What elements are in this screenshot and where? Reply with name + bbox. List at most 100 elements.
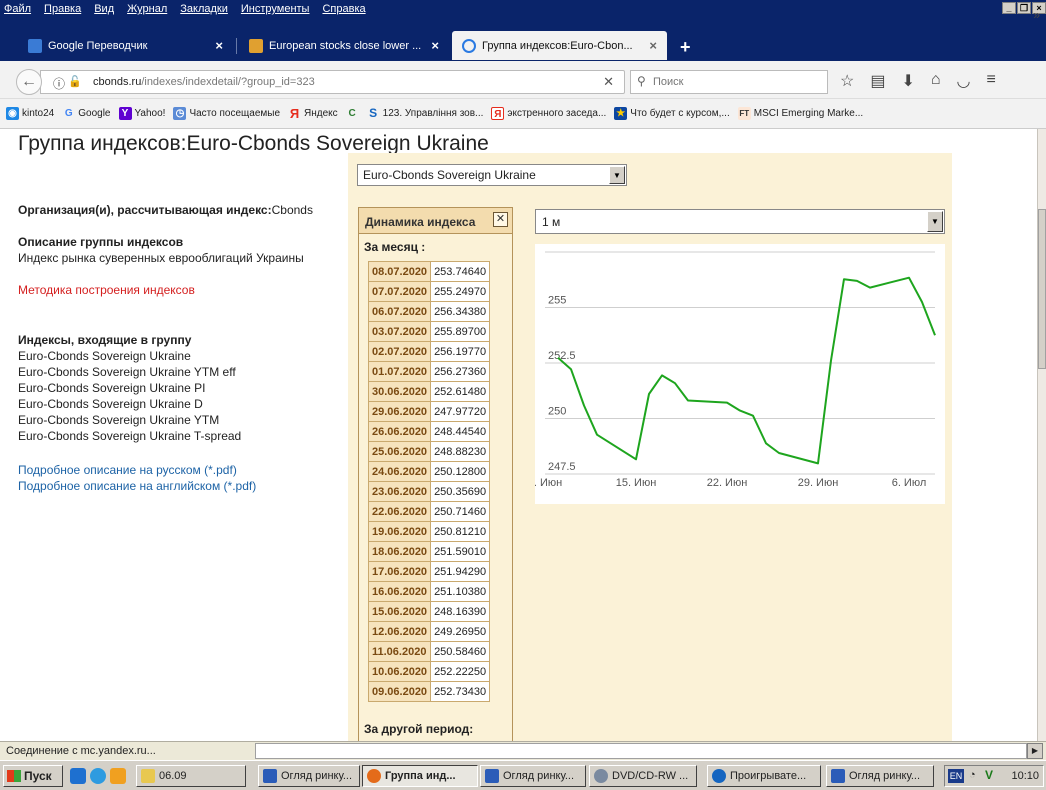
- insecure-lock-icon[interactable]: 🔓: [68, 75, 82, 88]
- bookmark-frequent[interactable]: ◷ Часто посещаемые: [173, 107, 280, 120]
- row-date[interactable]: 25.06.2020: [367, 441, 432, 462]
- row-date[interactable]: 23.06.2020: [367, 481, 432, 502]
- close-tab-icon[interactable]: ×: [215, 38, 223, 53]
- bookmark-label: Что будет с курсом,...: [630, 108, 730, 119]
- antivirus-icon[interactable]: V: [985, 768, 993, 782]
- method-link[interactable]: Методика построения индексов: [18, 283, 195, 297]
- address-bar[interactable]: ⓘ 🔓 cbonds.ru/indexes/indexdetail/?group…: [40, 70, 625, 94]
- row-value: 251.59010: [430, 541, 491, 562]
- close-tab-icon[interactable]: ×: [431, 38, 439, 53]
- pocket-icon[interactable]: ◡: [957, 71, 971, 91]
- row-date[interactable]: 01.07.2020: [367, 361, 432, 382]
- start-button[interactable]: Пуск: [3, 765, 63, 787]
- scroll-thumb[interactable]: [1038, 209, 1046, 369]
- chevron-down-icon[interactable]: ▼: [927, 211, 943, 232]
- row-date[interactable]: 19.06.2020: [367, 521, 432, 542]
- bookmark-yandex[interactable]: Я Яндекс: [288, 107, 338, 120]
- minimize-button[interactable]: _: [1002, 2, 1016, 14]
- bookmark-123[interactable]: S 123. Управління зов...: [367, 107, 483, 120]
- more-bookmarks-icon[interactable]: »: [1033, 8, 1040, 22]
- table-row: 12.06.2020 249.26950: [367, 621, 491, 642]
- row-date[interactable]: 07.07.2020: [367, 281, 432, 302]
- row-date[interactable]: 24.06.2020: [367, 461, 432, 482]
- row-date[interactable]: 11.06.2020: [367, 641, 432, 662]
- bookmark-currency[interactable]: ★ Что будет с курсом,...: [614, 107, 730, 120]
- row-date[interactable]: 08.07.2020: [367, 261, 432, 282]
- taskbar-player[interactable]: Проигрывате...: [707, 765, 821, 787]
- volume-icon[interactable]: ◔: [969, 769, 976, 781]
- search-input[interactable]: [653, 74, 823, 90]
- bookmark-emergency[interactable]: Яэкстренного заседа...: [491, 107, 606, 120]
- pdf-ru-link[interactable]: Подробное описание на русском (*.pdf): [18, 462, 256, 478]
- table-row: 01.07.2020 256.27360: [367, 361, 491, 382]
- bookmark-google[interactable]: G Google: [62, 107, 111, 120]
- row-date[interactable]: 02.07.2020: [367, 341, 432, 362]
- bookmark-msci[interactable]: FT MSCI Emerging Marke...: [737, 107, 863, 120]
- row-date[interactable]: 22.06.2020: [367, 501, 432, 522]
- quicklaunch-ie-icon[interactable]: [70, 768, 86, 784]
- clear-url-icon[interactable]: ✕: [603, 74, 614, 90]
- chevron-down-icon[interactable]: ▼: [609, 166, 625, 184]
- home-icon[interactable]: ⌂: [931, 71, 941, 91]
- close-icon[interactable]: ✕: [493, 212, 508, 227]
- reading-list-icon[interactable]: ▤: [870, 71, 885, 91]
- x-tick-label: 8. Июн: [535, 477, 562, 489]
- row-date[interactable]: 30.06.2020: [367, 381, 432, 402]
- menu-help[interactable]: Справка: [322, 3, 365, 15]
- scroll-right-icon[interactable]: ▶: [1027, 743, 1043, 759]
- tab-cbonds[interactable]: Группа индексов:Euro-Cbon... ×: [452, 31, 667, 60]
- row-date[interactable]: 18.06.2020: [367, 541, 432, 562]
- tab-european-stocks[interactable]: European stocks close lower ... ×: [239, 31, 449, 60]
- row-date[interactable]: 17.06.2020: [367, 561, 432, 582]
- close-tab-icon[interactable]: ×: [649, 38, 657, 53]
- tab-google-translate[interactable]: Google Переводчик ×: [18, 31, 233, 60]
- pdf-en-link[interactable]: Подробное описание на английском (*.pdf): [18, 478, 256, 494]
- group-select-value: Euro-Cbonds Sovereign Ukraine: [363, 168, 536, 182]
- new-tab-button[interactable]: +: [680, 37, 691, 58]
- row-date[interactable]: 03.07.2020: [367, 321, 432, 342]
- vertical-scrollbar[interactable]: [1037, 129, 1046, 741]
- info-icon[interactable]: ⓘ: [53, 75, 65, 92]
- row-date[interactable]: 16.06.2020: [367, 581, 432, 602]
- language-indicator[interactable]: EN: [948, 769, 964, 783]
- taskbar-word-2[interactable]: Огляд ринку...: [480, 765, 586, 787]
- taskbar-word-1[interactable]: Огляд ринку...: [258, 765, 360, 787]
- row-date[interactable]: 29.06.2020: [367, 401, 432, 422]
- bookmark-kinto24[interactable]: ◉ kinto24: [6, 107, 54, 120]
- row-date[interactable]: 09.06.2020: [367, 681, 432, 702]
- row-date[interactable]: 15.06.2020: [367, 601, 432, 622]
- row-value: 255.24970: [430, 281, 491, 302]
- bookmark-star-icon[interactable]: ☆: [840, 71, 854, 91]
- horizontal-scrollbar[interactable]: [255, 743, 1027, 759]
- taskbar-folder[interactable]: 06.09: [136, 765, 246, 787]
- menu-file[interactable]: Файл: [4, 3, 31, 15]
- taskbar-dvd[interactable]: DVD/CD-RW ...: [589, 765, 697, 787]
- bookmark-site[interactable]: C: [346, 107, 359, 120]
- menu-bookmarks[interactable]: Закладки: [180, 3, 228, 15]
- bookmark-yahoo[interactable]: Y Yahoo!: [118, 107, 165, 120]
- menu-view[interactable]: Вид: [94, 3, 114, 15]
- downloads-icon[interactable]: ⬇: [901, 71, 914, 91]
- taskbar-firefox[interactable]: Группа инд...: [362, 765, 478, 787]
- search-box[interactable]: ⚲: [630, 70, 828, 94]
- menu-history[interactable]: Журнал: [127, 3, 167, 15]
- translate-icon: [28, 38, 42, 53]
- row-date[interactable]: 10.06.2020: [367, 661, 432, 682]
- range-select[interactable]: 1 м ▼: [535, 209, 945, 234]
- back-button[interactable]: ←: [16, 69, 42, 95]
- menu-edit[interactable]: Правка: [44, 3, 81, 15]
- menu-tools[interactable]: Инструменты: [241, 3, 310, 15]
- row-date[interactable]: 12.06.2020: [367, 621, 432, 642]
- organization-info: Организация(и), рассчитывающая индекс:Cb…: [18, 202, 313, 218]
- quicklaunch-browser-icon[interactable]: [90, 768, 106, 784]
- menu-list: Файл Правка Вид Журнал Закладки Инструме…: [4, 3, 366, 15]
- group-select[interactable]: Euro-Cbonds Sovereign Ukraine ▼: [357, 164, 627, 186]
- row-date[interactable]: 26.06.2020: [367, 421, 432, 442]
- y-tick-label: 247.5: [548, 461, 576, 473]
- quicklaunch-opera-icon[interactable]: [110, 768, 126, 784]
- row-date[interactable]: 06.07.2020: [367, 301, 432, 322]
- row-value: 249.26950: [430, 621, 491, 642]
- restore-button[interactable]: ❐: [1017, 2, 1031, 14]
- hamburger-menu-icon[interactable]: ≡: [987, 71, 996, 91]
- taskbar-word-3[interactable]: Огляд ринку...: [826, 765, 934, 787]
